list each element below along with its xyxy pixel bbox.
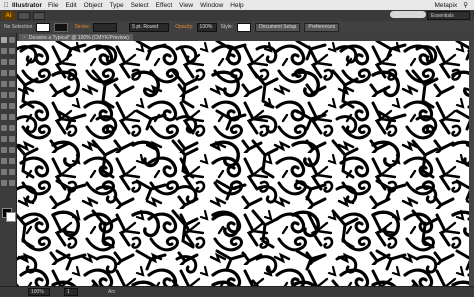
brush-field[interactable]: 5 pt. Round bbox=[129, 22, 170, 32]
opacity-field[interactable]: 100% bbox=[196, 22, 217, 32]
tools-panel bbox=[0, 33, 17, 286]
menu-select[interactable]: Select bbox=[131, 2, 149, 9]
menu-bar:  Illustrator File Edit Object Type Sele… bbox=[0, 0, 474, 10]
application-bar: Ai Essentials bbox=[0, 10, 474, 21]
vertical-scrollbar[interactable] bbox=[469, 41, 474, 286]
symbol-sprayer-tool-icon[interactable] bbox=[1, 158, 7, 164]
search-icon[interactable]: ⚲ bbox=[463, 1, 468, 9]
menu-effect[interactable]: Effect bbox=[156, 2, 173, 9]
stroke-color-icon[interactable] bbox=[6, 212, 16, 222]
menu-object[interactable]: Object bbox=[84, 2, 103, 9]
direct-selection-tool-icon[interactable] bbox=[9, 37, 15, 43]
selection-status: No Selection bbox=[4, 24, 33, 30]
arrange-documents-button[interactable] bbox=[33, 11, 45, 20]
workspace-switcher[interactable]: Essentials bbox=[427, 11, 470, 20]
gradient-tool-icon[interactable] bbox=[9, 136, 15, 142]
fill-swatch[interactable] bbox=[36, 22, 51, 32]
preferences-button[interactable]: Preferences bbox=[304, 22, 340, 32]
opacity-label[interactable]: Opacity: bbox=[175, 24, 193, 30]
help-search-field[interactable] bbox=[390, 11, 426, 18]
scale-tool-icon[interactable] bbox=[9, 103, 15, 109]
pen-tool-icon[interactable] bbox=[1, 59, 7, 65]
zoom-tool-icon[interactable] bbox=[9, 180, 15, 186]
column-graph-tool-icon[interactable] bbox=[9, 158, 15, 164]
style-label: Style: bbox=[220, 24, 234, 30]
fill-stroke-control[interactable] bbox=[2, 208, 16, 224]
illustrator-logo: Ai bbox=[2, 11, 15, 20]
status-bar: 100% 1 Arc bbox=[0, 286, 474, 297]
menu-edit[interactable]: Edit bbox=[65, 2, 76, 9]
app-menu[interactable]: Illustrator bbox=[12, 2, 42, 9]
magic-wand-tool-icon[interactable] bbox=[1, 48, 7, 54]
artboard-tool-icon[interactable] bbox=[1, 169, 7, 175]
document-tab[interactable]: × Dessine a Typical* @ 100% (CMYK/Previe… bbox=[19, 34, 133, 41]
blob-brush-tool-icon[interactable] bbox=[1, 92, 7, 98]
line-tool-icon[interactable] bbox=[1, 70, 7, 76]
document-window: × Dessine a Typical* @ 100% (CMYK/Previe… bbox=[17, 33, 474, 286]
ornamental-pattern-artwork bbox=[17, 41, 469, 286]
menu-window[interactable]: Window bbox=[200, 2, 223, 9]
rectangle-tool-icon[interactable] bbox=[9, 70, 15, 76]
perspective-grid-tool-icon[interactable] bbox=[9, 125, 15, 131]
lasso-tool-icon[interactable] bbox=[9, 48, 15, 54]
artboard-number-field[interactable]: 1 bbox=[64, 288, 78, 296]
bridge-button[interactable] bbox=[18, 11, 30, 20]
hand-tool-icon[interactable] bbox=[1, 180, 7, 186]
selection-tool-icon[interactable] bbox=[1, 37, 7, 43]
pencil-tool-icon[interactable] bbox=[9, 81, 15, 87]
rotate-tool-icon[interactable] bbox=[1, 103, 7, 109]
type-tool-icon[interactable] bbox=[9, 59, 15, 65]
document-setup-button[interactable]: Document Setup bbox=[255, 22, 301, 32]
slice-tool-icon[interactable] bbox=[9, 169, 15, 175]
apple-icon[interactable]:  bbox=[0, 2, 12, 9]
style-swatch[interactable] bbox=[237, 22, 252, 32]
document-tab-bar: × Dessine a Typical* @ 100% (CMYK/Previe… bbox=[17, 33, 474, 41]
document-tab-title: Dessine a Typical* @ 100% (CMYK/Preview) bbox=[28, 34, 129, 41]
artboard-canvas[interactable] bbox=[17, 41, 474, 286]
width-tool-icon[interactable] bbox=[1, 114, 7, 120]
free-transform-tool-icon[interactable] bbox=[9, 114, 15, 120]
menu-help[interactable]: Help bbox=[230, 2, 243, 9]
close-tab-icon[interactable]: × bbox=[23, 35, 26, 41]
mesh-tool-icon[interactable] bbox=[1, 136, 7, 142]
paintbrush-tool-icon[interactable] bbox=[1, 81, 7, 87]
shape-builder-tool-icon[interactable] bbox=[1, 125, 7, 131]
stroke-swatch[interactable] bbox=[54, 22, 69, 32]
user-name[interactable]: Metapix bbox=[434, 2, 457, 9]
zoom-field[interactable]: 100% bbox=[28, 288, 50, 296]
eraser-tool-icon[interactable] bbox=[9, 92, 15, 98]
blend-tool-icon[interactable] bbox=[9, 147, 15, 153]
menu-type[interactable]: Type bbox=[109, 2, 123, 9]
stroke-label[interactable]: Stroke: bbox=[74, 24, 90, 30]
menu-file[interactable]: File bbox=[48, 2, 58, 9]
current-tool-status[interactable]: Arc bbox=[108, 289, 116, 295]
stroke-weight-field[interactable] bbox=[93, 22, 118, 32]
eyedropper-tool-icon[interactable] bbox=[1, 147, 7, 153]
menu-view[interactable]: View bbox=[179, 2, 193, 9]
